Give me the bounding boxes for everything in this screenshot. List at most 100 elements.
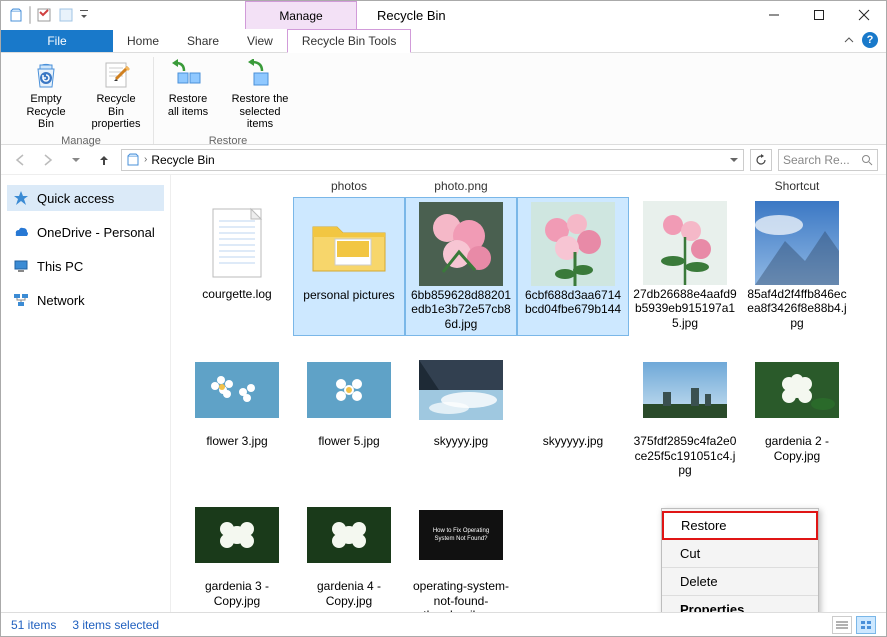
tab-recycle-bin-tools[interactable]: Recycle Bin Tools <box>287 29 412 53</box>
status-item-count: 51 items <box>11 618 56 632</box>
file-item[interactable]: How to Fix Operating System Not Found? op… <box>405 489 517 612</box>
file-name: gardenia 2 - Copy.jpg <box>745 434 849 463</box>
file-item[interactable]: 27db26688e4aafd9b5939eb915197a15.jpg <box>629 197 741 336</box>
address-dropdown-icon[interactable] <box>729 155 739 165</box>
address-bar[interactable]: › Recycle Bin <box>121 149 744 171</box>
menu-item-restore[interactable]: Restore <box>662 511 818 540</box>
ribbon-tab-row: File Home Share View Recycle Bin Tools ? <box>1 29 886 53</box>
sidebar-item-onedrive[interactable]: OneDrive - Personal <box>7 219 164 245</box>
forward-button[interactable] <box>37 149 59 171</box>
restore-all-icon <box>172 59 204 91</box>
explorer-window: Manage Recycle Bin File Home Share View … <box>0 0 887 637</box>
file-pane: photos photo.png Shortcut courgette.log … <box>171 175 886 612</box>
ribbon-group-restore: Restore all items Restore the selected i… <box>154 57 302 144</box>
file-item[interactable]: 6cbf688d3aa6714bcd04fbe679b144 <box>517 197 629 336</box>
col-2[interactable]: photos <box>293 179 405 193</box>
menu-label: Restore <box>681 518 727 533</box>
file-item[interactable]: personal pictures <box>293 197 405 336</box>
file-item[interactable]: flower 3.jpg <box>181 344 293 481</box>
file-item[interactable]: skyyyyy.jpg <box>517 344 629 481</box>
photo-thumbnail: How to Fix Operating System Not Found? <box>419 493 503 577</box>
thumbnails-view-button[interactable] <box>856 616 876 634</box>
nav-sidebar: Quick access OneDrive - Personal This PC… <box>1 175 171 612</box>
sidebar-label: Quick access <box>37 191 114 206</box>
this-pc-icon <box>13 258 29 274</box>
file-item[interactable]: gardenia 2 - Copy.jpg <box>741 344 853 481</box>
recent-locations-button[interactable] <box>65 149 87 171</box>
file-item[interactable]: gardenia 3 - Copy.jpg <box>181 489 293 612</box>
chevron-up-icon <box>844 35 854 45</box>
file-item[interactable]: 375fdf2859c4fa2e0ce25f5c191051c4.jpg <box>629 344 741 481</box>
help-icon[interactable]: ? <box>862 32 878 48</box>
qat-more-icon[interactable] <box>57 6 75 24</box>
file-item[interactable]: courgette.log <box>181 197 293 336</box>
restore-selected-button[interactable]: Restore the selected items <box>224 57 296 133</box>
col-5[interactable] <box>629 179 741 193</box>
svg-text:How to Fix Operating: How to Fix Operating <box>433 528 489 534</box>
recycle-bin-properties-button[interactable]: Recycle Bin properties <box>85 57 147 133</box>
close-button[interactable] <box>841 1 886 29</box>
restore-selected-icon <box>244 59 276 91</box>
properties-qat-icon[interactable] <box>35 6 53 24</box>
file-name: operating-system-not-found-thumbnail.png <box>409 579 513 612</box>
titlebar: Manage Recycle Bin <box>1 1 886 29</box>
empty-recycle-bin-button[interactable]: Empty Recycle Bin <box>15 57 77 133</box>
search-box[interactable]: Search Re... <box>778 149 878 171</box>
file-item[interactable]: gardenia 4 - Copy.jpg <box>293 489 405 612</box>
title-tabs: Manage Recycle Bin <box>95 1 751 29</box>
sidebar-item-quick-access[interactable]: Quick access <box>7 185 164 211</box>
menu-item-delete[interactable]: Delete <box>662 568 818 596</box>
ribbon-collapse[interactable]: ? <box>836 28 886 52</box>
tab-home[interactable]: Home <box>113 30 173 52</box>
contextual-tab-label: Manage <box>279 9 322 23</box>
file-item[interactable]: skyyyy.jpg <box>405 344 517 481</box>
tab-share[interactable]: Share <box>173 30 233 52</box>
minimize-button[interactable] <box>751 1 796 29</box>
contextual-tab-manage[interactable]: Manage <box>245 1 357 29</box>
sidebar-item-network[interactable]: Network <box>7 287 164 313</box>
recycle-bin-small-icon <box>126 153 140 167</box>
sidebar-label: Network <box>37 293 85 308</box>
tab-file[interactable]: File <box>1 30 113 52</box>
recycle-bin-properties-label: Recycle Bin properties <box>87 93 145 131</box>
menu-label: Delete <box>680 574 718 589</box>
svg-text:System Not Found?: System Not Found? <box>434 536 488 542</box>
sidebar-item-this-pc[interactable]: This PC <box>7 253 164 279</box>
back-button[interactable] <box>9 149 31 171</box>
file-item[interactable]: flower 5.jpg <box>293 344 405 481</box>
maximize-button[interactable] <box>796 1 841 29</box>
file-name: 375fdf2859c4fa2e0ce25f5c191051c4.jpg <box>633 434 737 477</box>
search-icon <box>861 154 873 166</box>
status-bar: 51 items 3 items selected <box>1 612 886 636</box>
col-3[interactable]: photo.png <box>405 179 517 193</box>
photo-thumbnail <box>643 348 727 432</box>
column-headers: photos photo.png Shortcut <box>171 175 886 195</box>
up-button[interactable] <box>93 149 115 171</box>
quick-access-toolbar <box>1 6 95 24</box>
file-name: gardenia 3 - Copy.jpg <box>185 579 289 608</box>
col-4[interactable] <box>517 179 629 193</box>
col-6[interactable]: Shortcut <box>741 179 853 193</box>
tab-view[interactable]: View <box>233 30 287 52</box>
qat-dropdown-icon[interactable] <box>79 6 89 24</box>
address-location: Recycle Bin <box>151 153 214 167</box>
text-file-icon <box>195 201 279 285</box>
photo-thumbnail <box>419 202 503 286</box>
sidebar-label: This PC <box>37 259 83 274</box>
search-placeholder: Search Re... <box>783 153 850 167</box>
menu-item-properties[interactable]: Properties <box>662 596 818 612</box>
file-name: 27db26688e4aafd9b5939eb915197a15.jpg <box>633 287 737 330</box>
recycle-bin-empty-icon <box>30 59 62 91</box>
photo-thumbnail <box>195 493 279 577</box>
file-item[interactable]: 6bb859628d88201edb1e3b72e57cb86d.jpg <box>405 197 517 336</box>
file-name: flower 3.jpg <box>206 434 267 448</box>
recycle-bin-icon <box>7 6 25 24</box>
col-1[interactable] <box>181 179 293 193</box>
file-name: 6bb859628d88201edb1e3b72e57cb86d.jpg <box>410 288 512 331</box>
restore-all-button[interactable]: Restore all items <box>160 57 216 133</box>
refresh-button[interactable] <box>750 149 772 171</box>
details-view-button[interactable] <box>832 616 852 634</box>
photo-thumbnail <box>755 348 839 432</box>
menu-item-cut[interactable]: Cut <box>662 540 818 568</box>
file-item[interactable]: 85af4d2f4ffb846ecea8f3426f8e88b4.jpg <box>741 197 853 336</box>
